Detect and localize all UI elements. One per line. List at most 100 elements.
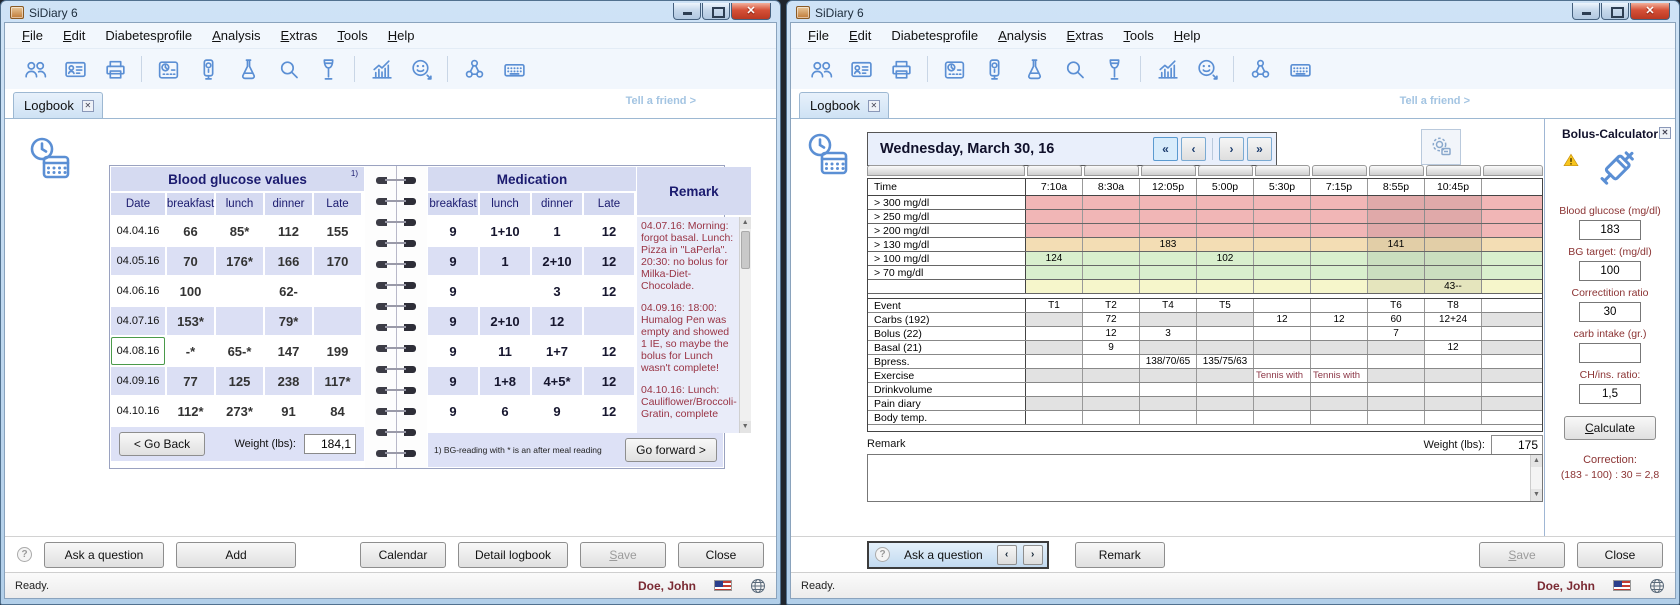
time-column-header[interactable]: 10:45p [1425, 179, 1482, 195]
time-column-header[interactable]: 7:10a [1026, 179, 1083, 195]
menu-file[interactable]: File [13, 25, 52, 46]
wellbeing-icon[interactable] [1187, 53, 1227, 85]
close-button[interactable]: Close [678, 542, 764, 568]
med-value-cell[interactable]: 11 [480, 337, 530, 365]
nav-prev-button[interactable]: ‹ [1181, 137, 1206, 161]
body-temp-cell[interactable] [1425, 411, 1482, 424]
med-value-cell[interactable]: 3 [532, 277, 582, 305]
body-temp-cell[interactable] [1368, 411, 1425, 424]
bolus-cell[interactable] [1425, 327, 1482, 340]
column-grip[interactable] [1141, 165, 1196, 176]
bg-grid-cell[interactable] [1254, 238, 1311, 251]
carbs-cell[interactable] [1140, 313, 1197, 326]
calendar-button[interactable]: Calendar [360, 542, 446, 568]
body-temp-cell[interactable] [1482, 411, 1542, 424]
bg-grid-cell[interactable] [1026, 210, 1083, 223]
bg-value-cell[interactable] [314, 277, 361, 305]
bg-grid-cell[interactable] [1311, 210, 1368, 223]
statistics-icon[interactable] [1147, 53, 1187, 85]
scroll-up-icon[interactable]: ▲ [740, 217, 751, 229]
nav-last-button[interactable]: » [1247, 137, 1272, 161]
event-cell[interactable]: T6 [1368, 299, 1425, 312]
event-cell[interactable] [1254, 299, 1311, 312]
titlebar[interactable]: SiDiary 6 [790, 1, 1676, 22]
bg-value-cell[interactable]: 70 [167, 247, 214, 275]
data-entry-icon[interactable] [494, 53, 534, 85]
nutrition-icon[interactable] [308, 53, 348, 85]
close-window-button[interactable] [1630, 3, 1670, 20]
bg-grid-cell[interactable] [1311, 238, 1368, 251]
bg-grid-cell[interactable] [1482, 210, 1542, 223]
scroll-down-icon[interactable]: ▼ [740, 421, 751, 433]
weight-input[interactable] [304, 434, 356, 454]
remark-textarea[interactable]: ▲ ▼ [867, 454, 1543, 502]
ch-ins-ratio-input[interactable] [1579, 384, 1641, 404]
med-value-cell[interactable]: 2+10 [532, 247, 582, 275]
language-flag-icon[interactable] [1613, 580, 1631, 591]
bg-grid-cell[interactable] [1140, 224, 1197, 237]
time-column-header[interactable]: 12:05p [1140, 179, 1197, 195]
exercise-cell[interactable] [1140, 369, 1197, 382]
search-icon[interactable] [1054, 53, 1094, 85]
bg-grid-cell[interactable]: 43-- [1425, 280, 1482, 293]
correction-ratio-input[interactable] [1579, 302, 1641, 322]
date-cell[interactable]: 04.07.16 [111, 307, 165, 335]
bg-value-cell[interactable]: 155 [314, 217, 361, 245]
med-value-cell[interactable]: 1+7 [532, 337, 582, 365]
question-next-button[interactable]: › [1023, 545, 1043, 565]
exercise-cell[interactable] [1368, 369, 1425, 382]
carbs-cell[interactable] [1026, 313, 1083, 326]
minimize-button[interactable] [1572, 3, 1600, 20]
bg-grid-cell[interactable] [1311, 280, 1368, 293]
bg-grid-cell[interactable] [1254, 210, 1311, 223]
drinkvolume-cell[interactable] [1254, 383, 1311, 396]
bg-grid-cell[interactable] [1140, 210, 1197, 223]
med-value-cell[interactable]: 9 [532, 397, 582, 425]
add-button[interactable]: Add [176, 542, 296, 568]
carbs-cell[interactable]: 72 [1083, 313, 1140, 326]
remark-scrollbar[interactable]: ▲ ▼ [1530, 455, 1542, 501]
bg-grid-cell[interactable] [1425, 266, 1482, 279]
bg-value-cell[interactable]: 166 [265, 247, 312, 275]
bolus-cell[interactable]: 12 [1083, 327, 1140, 340]
column-grip[interactable] [1312, 165, 1367, 176]
globe-icon[interactable] [1649, 578, 1665, 594]
daily-entry-icon[interactable] [934, 53, 974, 85]
bg-grid-cell[interactable] [1368, 280, 1425, 293]
date-cell[interactable]: 04.04.16 [111, 217, 165, 245]
bg-grid-cell[interactable] [1482, 196, 1542, 209]
close-window-button[interactable] [731, 3, 771, 20]
bg-value-cell[interactable] [216, 307, 263, 335]
med-value-cell[interactable]: 12 [584, 367, 634, 395]
pain-diary-cell[interactable] [1368, 397, 1425, 410]
column-grip[interactable] [1255, 165, 1310, 176]
bg-grid-cell[interactable] [1368, 266, 1425, 279]
bg-grid-cell[interactable] [1368, 252, 1425, 265]
bg-grid-cell[interactable] [1254, 224, 1311, 237]
bg-value-cell[interactable]: 199 [314, 337, 361, 365]
time-column-header[interactable] [1482, 179, 1542, 195]
med-value-cell[interactable]: 9 [428, 247, 478, 275]
daily-entry-icon[interactable] [148, 53, 188, 85]
date-cell[interactable]: 04.05.16 [111, 247, 165, 275]
med-value-cell[interactable]: 1 [480, 247, 530, 275]
remark-button[interactable]: Remark [1075, 542, 1165, 568]
tab-close-icon[interactable]: ✕ [868, 100, 880, 112]
bg-grid-cell[interactable] [1026, 196, 1083, 209]
bg-grid-cell[interactable] [1254, 196, 1311, 209]
bg-grid-cell[interactable] [1026, 238, 1083, 251]
bg-grid-cell[interactable] [1311, 266, 1368, 279]
bg-value-cell[interactable]: 170 [314, 247, 361, 275]
med-value-cell[interactable]: 1+8 [480, 367, 530, 395]
bg-grid-cell[interactable] [1311, 252, 1368, 265]
bg-target-input[interactable] [1579, 261, 1641, 281]
tab-logbook[interactable]: Logbook ✕ [799, 92, 889, 118]
wellbeing-icon[interactable] [401, 53, 441, 85]
minimize-button[interactable] [673, 3, 701, 20]
maximize-button[interactable] [702, 3, 730, 20]
detail-logbook-button[interactable]: Detail logbook [458, 542, 568, 568]
med-value-cell[interactable]: 9 [428, 397, 478, 425]
med-value-cell[interactable]: 6 [480, 397, 530, 425]
menu-diabetesprofile[interactable]: Diabetesprofile [882, 25, 987, 46]
bg-value-cell[interactable]: 84 [314, 397, 361, 425]
